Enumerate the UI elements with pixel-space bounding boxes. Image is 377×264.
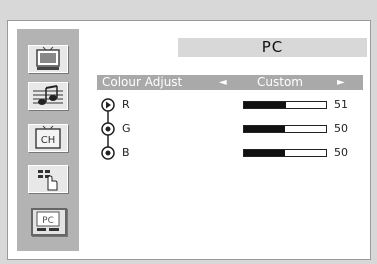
colour-adjust-label: Colour Adjust — [102, 75, 183, 89]
arrow-left-icon[interactable]: ◄ — [219, 75, 227, 90]
sound-icon-graphic — [33, 85, 63, 105]
g-row[interactable]: G 50 — [100, 121, 360, 137]
pc-icon[interactable]: PC — [31, 208, 67, 236]
g-label: G — [122, 122, 131, 135]
g-slider-fill — [244, 126, 285, 132]
bullet-icon — [101, 122, 115, 136]
b-slider-fill — [244, 150, 285, 156]
g-value: 50 — [334, 122, 348, 135]
setup-icon[interactable] — [28, 165, 68, 193]
selected-arrow-icon — [101, 98, 115, 112]
sound-icon[interactable] — [28, 82, 68, 110]
r-label: R — [122, 98, 130, 111]
b-value: 50 — [334, 146, 348, 159]
setup-icon-graphic — [38, 170, 58, 191]
channel-icon-graphic: CH — [35, 125, 61, 149]
bullet-icon — [101, 146, 115, 160]
colour-adjust-value: Custom — [257, 75, 303, 89]
picture-icon[interactable] — [28, 45, 68, 73]
g-slider[interactable] — [243, 125, 327, 133]
picture-icon-graphic — [36, 46, 60, 70]
page-title: PC — [178, 38, 367, 57]
b-label: B — [122, 146, 130, 159]
r-value: 51 — [334, 98, 348, 111]
r-slider-fill — [244, 102, 286, 108]
pc-icon-text: PC — [42, 216, 54, 226]
r-row[interactable]: R 51 — [100, 97, 360, 113]
colour-adjust-selector[interactable]: Colour Adjust ◄ Custom ► — [97, 75, 363, 90]
b-row[interactable]: B 50 — [100, 145, 360, 161]
r-slider[interactable] — [243, 101, 327, 109]
channel-icon[interactable]: CH — [28, 124, 68, 152]
pc-icon-graphic: PC — [36, 211, 60, 231]
b-slider[interactable] — [243, 149, 327, 157]
arrow-right-icon[interactable]: ► — [337, 75, 345, 90]
channel-icon-text: CH — [41, 135, 56, 146]
